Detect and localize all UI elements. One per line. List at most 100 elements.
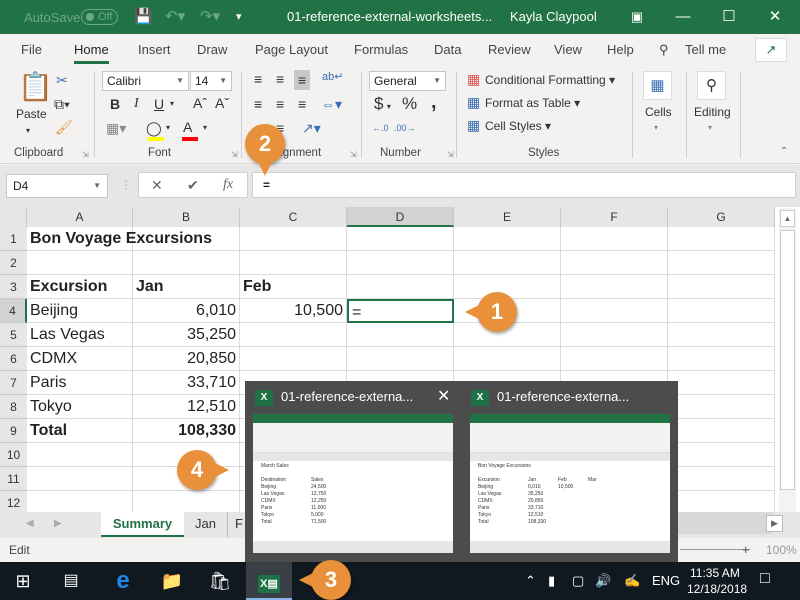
scroll-up-icon[interactable]: ▲ xyxy=(780,210,795,227)
copy-icon[interactable]: ⧉▾ xyxy=(54,96,70,112)
cell-g6[interactable] xyxy=(668,347,775,371)
tab-file[interactable]: File xyxy=(21,42,42,57)
show-hidden-icons[interactable]: ⌃ xyxy=(525,573,536,589)
minimize-button[interactable]: — xyxy=(660,0,706,34)
store-icon[interactable]: 🛍 xyxy=(206,562,234,600)
cell-b7[interactable]: 33,710 xyxy=(133,371,240,395)
fill-color-dropdown-icon[interactable]: ▾ xyxy=(166,120,170,136)
cell-e1[interactable] xyxy=(454,227,561,251)
row-header-5[interactable]: 5 xyxy=(0,323,27,347)
cell-a2[interactable] xyxy=(27,251,133,275)
insert-function-icon[interactable]: fx xyxy=(223,177,233,193)
cell-b3[interactable]: Jan xyxy=(133,275,240,299)
cell-f5[interactable] xyxy=(561,323,668,347)
search-icon[interactable]: ⚲ xyxy=(659,42,669,58)
cell-a1[interactable]: Bon Voyage Excursions xyxy=(27,227,212,251)
clock-date[interactable]: 12/18/2018 xyxy=(687,582,747,596)
undo-icon[interactable]: ↶▾ xyxy=(165,8,185,26)
column-header-e[interactable]: E xyxy=(454,207,561,227)
cancel-icon[interactable]: ✕ xyxy=(151,177,163,194)
prev-sheet-icon[interactable]: ◀ xyxy=(26,518,34,529)
select-all-corner[interactable] xyxy=(0,207,27,227)
cell-d5[interactable] xyxy=(347,323,454,347)
underline-dropdown-icon[interactable]: ▾ xyxy=(170,96,174,112)
formula-bar-grip-icon[interactable]: ⋮ xyxy=(120,178,132,192)
font-color-icon[interactable]: A xyxy=(183,119,192,135)
cell-d4[interactable]: = xyxy=(347,299,454,323)
cells-button[interactable]: Cells xyxy=(645,105,672,119)
start-icon[interactable]: ⊞ xyxy=(10,562,36,600)
zoom-level[interactable]: 100% xyxy=(766,538,797,562)
cell-a10[interactable] xyxy=(27,443,133,467)
network-icon[interactable]: ▢ xyxy=(572,573,584,589)
increase-decimal-icon[interactable]: ←.0 xyxy=(372,120,389,136)
cut-icon[interactable]: ✂ xyxy=(56,72,68,88)
italic-icon[interactable]: I xyxy=(134,96,139,112)
enter-icon[interactable]: ✔ xyxy=(187,177,199,194)
cell-a3[interactable]: Excursion xyxy=(27,275,133,299)
preview-thumbnail-1[interactable]: March Sales Destination Sales Beijing 24,500… xyxy=(253,414,453,553)
cell-e2[interactable] xyxy=(454,251,561,275)
cell-a8[interactable]: Tokyo xyxy=(27,395,133,419)
cell-g2[interactable] xyxy=(668,251,775,275)
editing-dropdown-icon[interactable]: ▾ xyxy=(708,120,712,136)
number-launcher-icon[interactable]: ⇲ xyxy=(447,150,454,159)
column-header-a[interactable]: A xyxy=(27,207,133,227)
center-icon[interactable]: ≡ xyxy=(276,96,284,112)
name-box[interactable]: D4 ▼ xyxy=(6,174,108,198)
edge-icon[interactable]: e xyxy=(110,562,136,600)
cell-b8[interactable]: 12,510 xyxy=(133,395,240,419)
cell-g4[interactable] xyxy=(668,299,775,323)
share-button[interactable]: ↗ xyxy=(755,38,787,62)
align-left-icon[interactable]: ≡ xyxy=(254,96,262,112)
battery-icon[interactable]: ▮ xyxy=(548,573,555,589)
cell-g10[interactable] xyxy=(668,443,775,467)
row-header-7[interactable]: 7 xyxy=(0,371,27,395)
clipboard-launcher-icon[interactable]: ⇲ xyxy=(82,150,89,159)
borders-icon[interactable]: ▦▾ xyxy=(106,120,126,136)
cell-g9[interactable] xyxy=(668,419,775,443)
redo-icon[interactable]: ↷▾ xyxy=(200,8,220,26)
tab-review[interactable]: Review xyxy=(488,42,531,57)
autosave-toggle[interactable]: Off xyxy=(81,9,118,25)
font-size-combo[interactable]: 14 ▼ xyxy=(190,71,232,91)
cell-f6[interactable] xyxy=(561,347,668,371)
fill-color-icon[interactable]: ◯ xyxy=(146,120,162,136)
cell-f3[interactable] xyxy=(561,275,668,299)
cell-a6[interactable]: CDMX xyxy=(27,347,133,371)
cell-c2[interactable] xyxy=(240,251,347,275)
cell-d2[interactable] xyxy=(347,251,454,275)
cell-b2[interactable] xyxy=(133,251,240,275)
top-align-icon[interactable]: ≡ xyxy=(254,71,262,87)
cell-f4[interactable] xyxy=(561,299,668,323)
customize-qat-icon[interactable]: ▾ xyxy=(236,8,242,26)
task-view-icon[interactable]: ▤ xyxy=(58,562,84,600)
ribbon-display-icon[interactable]: ▣ xyxy=(614,0,660,34)
conditional-formatting-icon[interactable]: ▦ xyxy=(467,71,480,87)
pen-icon[interactable]: ✍ xyxy=(624,573,640,589)
number-format-combo[interactable]: General ▼ xyxy=(369,71,446,91)
format-painter-icon[interactable]: 🖌 xyxy=(55,119,73,135)
font-color-dropdown-icon[interactable]: ▾ xyxy=(203,120,207,136)
row-header-11[interactable]: 11 xyxy=(0,467,27,491)
preview-thumbnail-2[interactable]: Bon Voyage Excursions Excursion Jan Feb Mar B… xyxy=(470,414,670,553)
tab-page-layout[interactable]: Page Layout xyxy=(255,42,328,57)
vertical-scrollbar[interactable]: ▲ xyxy=(779,208,796,512)
bold-icon[interactable]: B xyxy=(110,96,120,112)
bottom-align-icon[interactable]: ≡ xyxy=(294,70,311,90)
cell-g7[interactable] xyxy=(668,371,775,395)
column-header-d[interactable]: D xyxy=(347,207,454,227)
column-header-f[interactable]: F xyxy=(561,207,668,227)
comma-style-icon[interactable]: , xyxy=(431,92,437,112)
paste-dropdown-icon[interactable]: ▾ xyxy=(26,123,30,139)
tell-me-input[interactable]: Tell me xyxy=(685,42,726,57)
file-explorer-icon[interactable]: 📁 xyxy=(158,562,186,600)
excel-taskbar-button[interactable]: X▤ xyxy=(246,562,292,600)
sheet-tab-summary[interactable]: Summary xyxy=(101,512,184,537)
cell-a5[interactable]: Las Vegas xyxy=(27,323,133,347)
formula-input[interactable]: = xyxy=(252,172,796,198)
cell-styles-button[interactable]: Cell Styles ▾ xyxy=(485,119,551,133)
cell-c4[interactable]: 10,500 xyxy=(240,299,347,323)
align-right-icon[interactable]: ≡ xyxy=(298,96,306,112)
cell-d1[interactable] xyxy=(347,227,454,251)
